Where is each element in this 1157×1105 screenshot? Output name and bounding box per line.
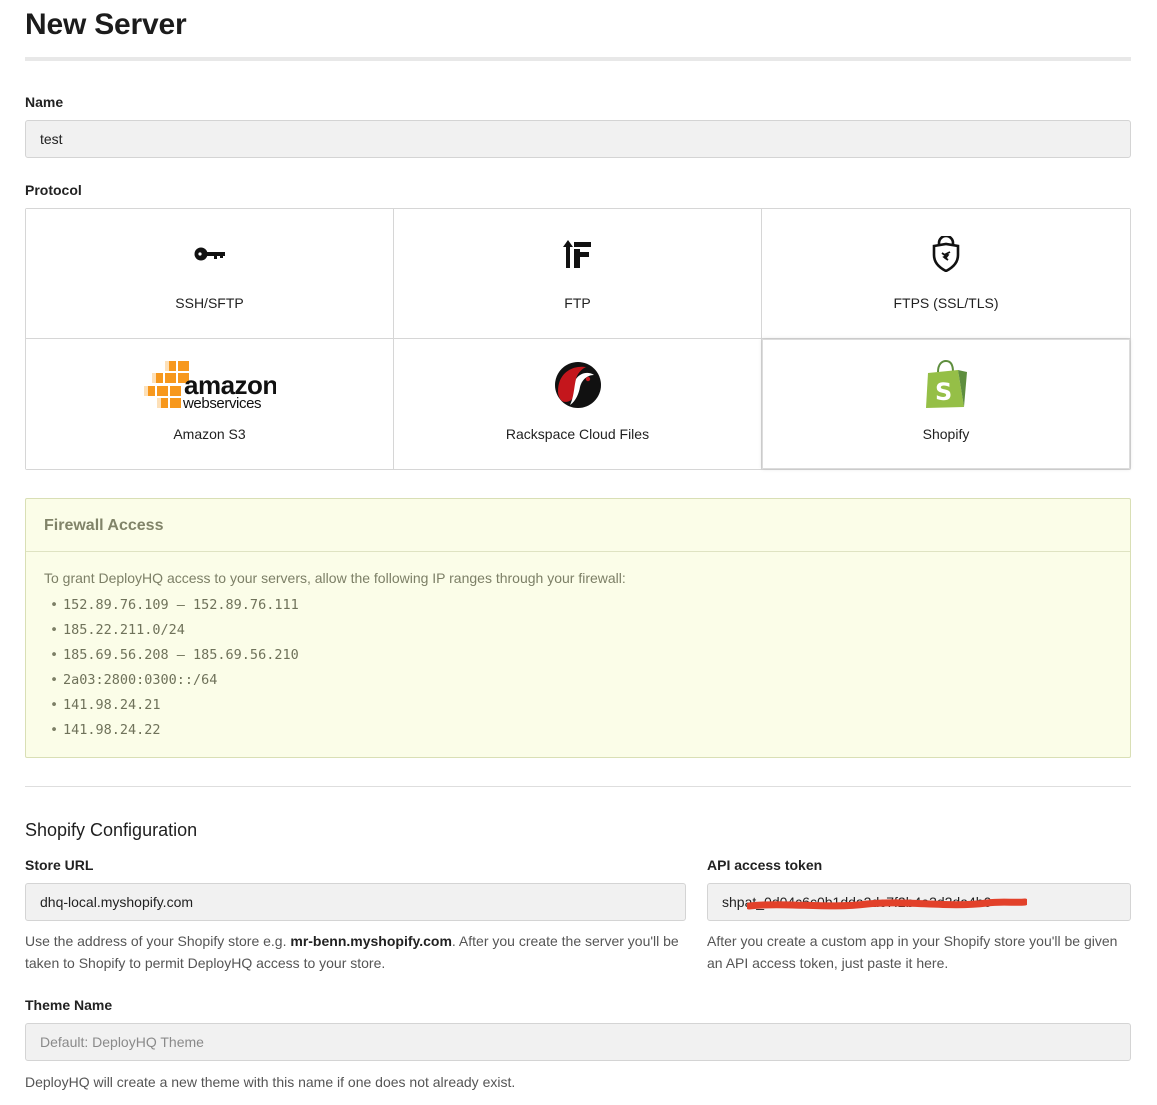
shopify-bag-logo: S [924, 350, 968, 420]
firewall-title: Firewall Access [26, 499, 1130, 552]
protocol-option-ftps[interactable]: FTPS (SSL/TLS) [762, 209, 1130, 339]
theme-name-group: Theme Name DeployHQ will create a new th… [25, 997, 1131, 1093]
protocol-label-amazon: Amazon S3 [173, 426, 246, 442]
shopify-config-heading: Shopify Configuration [25, 820, 198, 840]
shopify-credentials-row: Store URL Use the address of your Shopif… [25, 857, 1131, 974]
protocol-label: Protocol [25, 182, 82, 198]
store-url-label: Store URL [25, 857, 94, 873]
api-token-wrapper [707, 883, 1131, 921]
protocol-grid: SSH/SFTP FTP FTPS (SSL/TLS) amazon webse… [25, 208, 1131, 470]
api-token-label: API access token [707, 857, 823, 873]
firewall-body: To grant DeployHQ access to your servers… [26, 552, 1130, 757]
name-input[interactable] [25, 120, 1131, 158]
shield-icon [931, 219, 961, 289]
theme-name-help: DeployHQ will create a new theme with th… [25, 1074, 516, 1090]
protocol-label-rackspace: Rackspace Cloud Files [505, 426, 650, 442]
rackspace-logo [554, 350, 602, 420]
amazon-web-services-logo: amazon webservices [143, 350, 276, 420]
store-url-input[interactable] [25, 883, 686, 921]
protocol-option-amazon-s3[interactable]: amazon webservices Amazon S3 [26, 339, 394, 469]
protocol-label-ftps: FTPS (SSL/TLS) [893, 295, 999, 311]
name-group: Name [25, 94, 1131, 158]
new-server-page: New Server Name Protocol SSH/SFTP [0, 0, 1157, 1105]
protocol-option-ftp[interactable]: FTP [394, 209, 762, 339]
svg-text:S: S [935, 378, 952, 406]
ip-range-item: • 185.22.211.0/24 [50, 622, 185, 638]
ip-range-item: • 185.69.56.208 – 185.69.56.210 [50, 647, 299, 663]
page-title: New Server [25, 8, 187, 41]
ip-range-item: • 2a03:2800:0300::/64 [50, 672, 218, 688]
api-token-input[interactable] [707, 883, 1131, 921]
protocol-label-ssh: SSH/SFTP [175, 295, 244, 311]
protocol-option-shopify[interactable]: S Shopify [762, 339, 1130, 469]
firewall-panel: Firewall Access To grant DeployHQ access… [25, 498, 1131, 758]
firewall-intro: To grant DeployHQ access to your servers… [44, 570, 626, 586]
svg-text:webservices: webservices [182, 395, 261, 411]
ip-range-list: • 152.89.76.109 – 152.89.76.111 • 185.22.2… [44, 593, 1112, 743]
ip-range-item: • 141.98.24.22 [50, 722, 161, 738]
ip-range-item: • 141.98.24.21 [50, 697, 161, 713]
ip-range-item: • 152.89.76.109 – 152.89.76.111 [50, 597, 299, 613]
ftp-arrow-icon [562, 219, 593, 289]
store-url-example: mr-benn.myshopify.com [290, 933, 452, 949]
protocol-option-rackspace[interactable]: Rackspace Cloud Files [394, 339, 762, 469]
title-divider [25, 57, 1131, 61]
protocol-label-ftp: FTP [564, 295, 591, 311]
protocol-option-ssh-sftp[interactable]: SSH/SFTP [26, 209, 394, 339]
name-label: Name [25, 94, 64, 110]
store-url-help: Use the address of your Shopify store e.… [25, 933, 679, 971]
key-icon [194, 219, 226, 289]
api-token-help: After you create a custom app in your Sh… [707, 933, 1118, 971]
theme-name-input[interactable] [25, 1023, 1131, 1061]
theme-name-label: Theme Name [25, 997, 113, 1013]
api-token-group: API access token After you create a cust… [707, 857, 1131, 974]
section-divider [25, 786, 1131, 787]
store-url-group: Store URL Use the address of your Shopif… [25, 857, 686, 974]
protocol-label-shopify: Shopify [922, 426, 970, 442]
